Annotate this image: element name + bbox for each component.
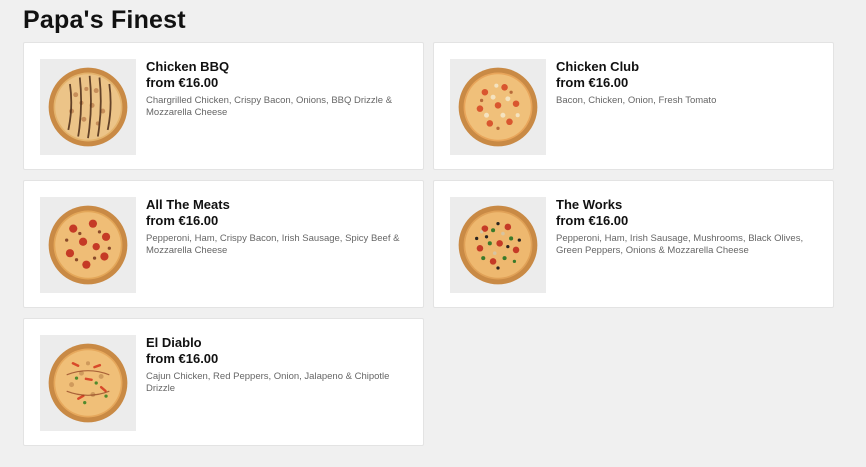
pizza-chicken-club-image [458, 67, 538, 147]
product-image [450, 59, 546, 155]
product-name: All The Meats [146, 197, 230, 212]
product-price: from €16.00 [556, 213, 629, 228]
product-image [40, 335, 136, 431]
menu-page: Papa's Finest Chicken BBQ from €16.00 Ch… [0, 0, 866, 467]
product-image [450, 197, 546, 293]
product-price: from €16.00 [146, 213, 219, 228]
product-name: Chicken Club [556, 59, 640, 74]
product-card-the-works[interactable]: The Works from €16.00 Pepperoni, Ham, Ir… [433, 180, 834, 308]
pizza-all-the-meats-image [48, 205, 128, 285]
section-title: Papa's Finest [23, 6, 186, 34]
product-price: from €16.00 [146, 75, 219, 90]
product-name: El Diablo [146, 335, 202, 350]
product-name: The Works [556, 197, 623, 212]
product-name: Chicken BBQ [146, 59, 230, 74]
pizza-el-diablo-image [48, 343, 128, 423]
product-description: Pepperoni, Ham, Crispy Bacon, Irish Saus… [146, 233, 400, 256]
product-image [40, 197, 136, 293]
product-price: from €16.00 [146, 351, 219, 366]
product-card-chicken-club[interactable]: Chicken Club from €16.00 Bacon, Chicken,… [433, 42, 834, 170]
product-description: Cajun Chicken, Red Peppers, Onion, Jalap… [146, 371, 390, 394]
product-card-el-diablo[interactable]: El Diablo from €16.00 Cajun Chicken, Red… [23, 318, 424, 446]
product-card-all-the-meats[interactable]: All The Meats from €16.00 Pepperoni, Ham… [23, 180, 424, 308]
product-description: Pepperoni, Ham, Irish Sausage, Mushrooms… [556, 233, 804, 256]
product-price: from €16.00 [556, 75, 629, 90]
pizza-chicken-bbq-image [48, 67, 128, 147]
product-description: Bacon, Chicken, Onion, Fresh Tomato [556, 95, 717, 106]
product-card-chicken-bbq[interactable]: Chicken BBQ from €16.00 Chargrilled Chic… [23, 42, 424, 170]
product-description: Chargrilled Chicken, Crispy Bacon, Onion… [146, 95, 393, 118]
pizza-the-works-image [458, 205, 538, 285]
product-image [40, 59, 136, 155]
